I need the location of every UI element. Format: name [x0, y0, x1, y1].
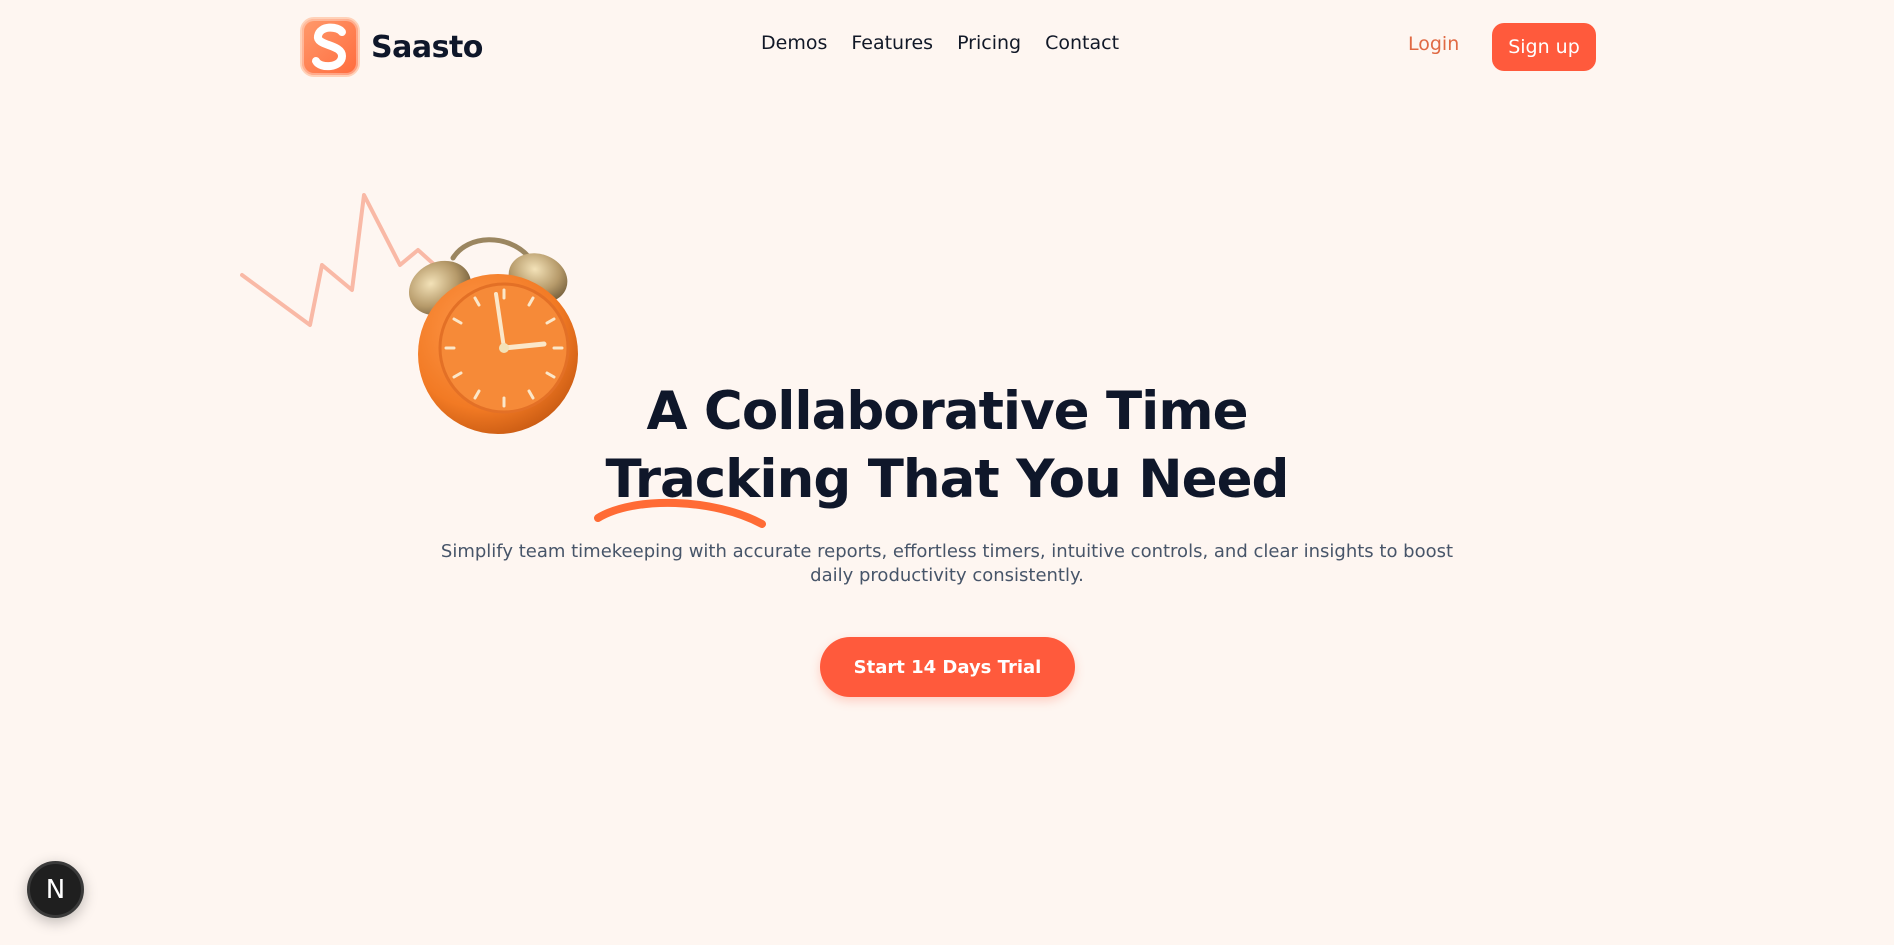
login-link[interactable]: Login: [1408, 33, 1459, 55]
brand-logo-link[interactable]: Saasto: [300, 17, 483, 77]
logo-icon: [300, 17, 360, 77]
hero-headline-line1: A Collaborative Time: [646, 381, 1248, 442]
brand-name: Saasto: [371, 29, 483, 65]
logo-s-glyph: [312, 23, 347, 71]
nav-item-pricing[interactable]: Pricing: [957, 32, 1021, 54]
site-header: Saasto Demos Features Pricing Contact Lo…: [0, 0, 1894, 92]
signup-button[interactable]: Sign up: [1492, 23, 1596, 71]
headline-underline-swoosh: [594, 498, 766, 528]
hero-subtitle: Simplify team timekeeping with accurate …: [440, 541, 1454, 586]
nav-item-features[interactable]: Features: [851, 32, 933, 54]
main-nav: Demos Features Pricing Contact: [761, 32, 1119, 54]
start-trial-button[interactable]: Start 14 Days Trial: [820, 637, 1075, 697]
nextjs-icon[interactable]: N: [27, 861, 84, 918]
nav-item-demos[interactable]: Demos: [761, 32, 827, 54]
nav-item-contact[interactable]: Contact: [1045, 32, 1119, 54]
